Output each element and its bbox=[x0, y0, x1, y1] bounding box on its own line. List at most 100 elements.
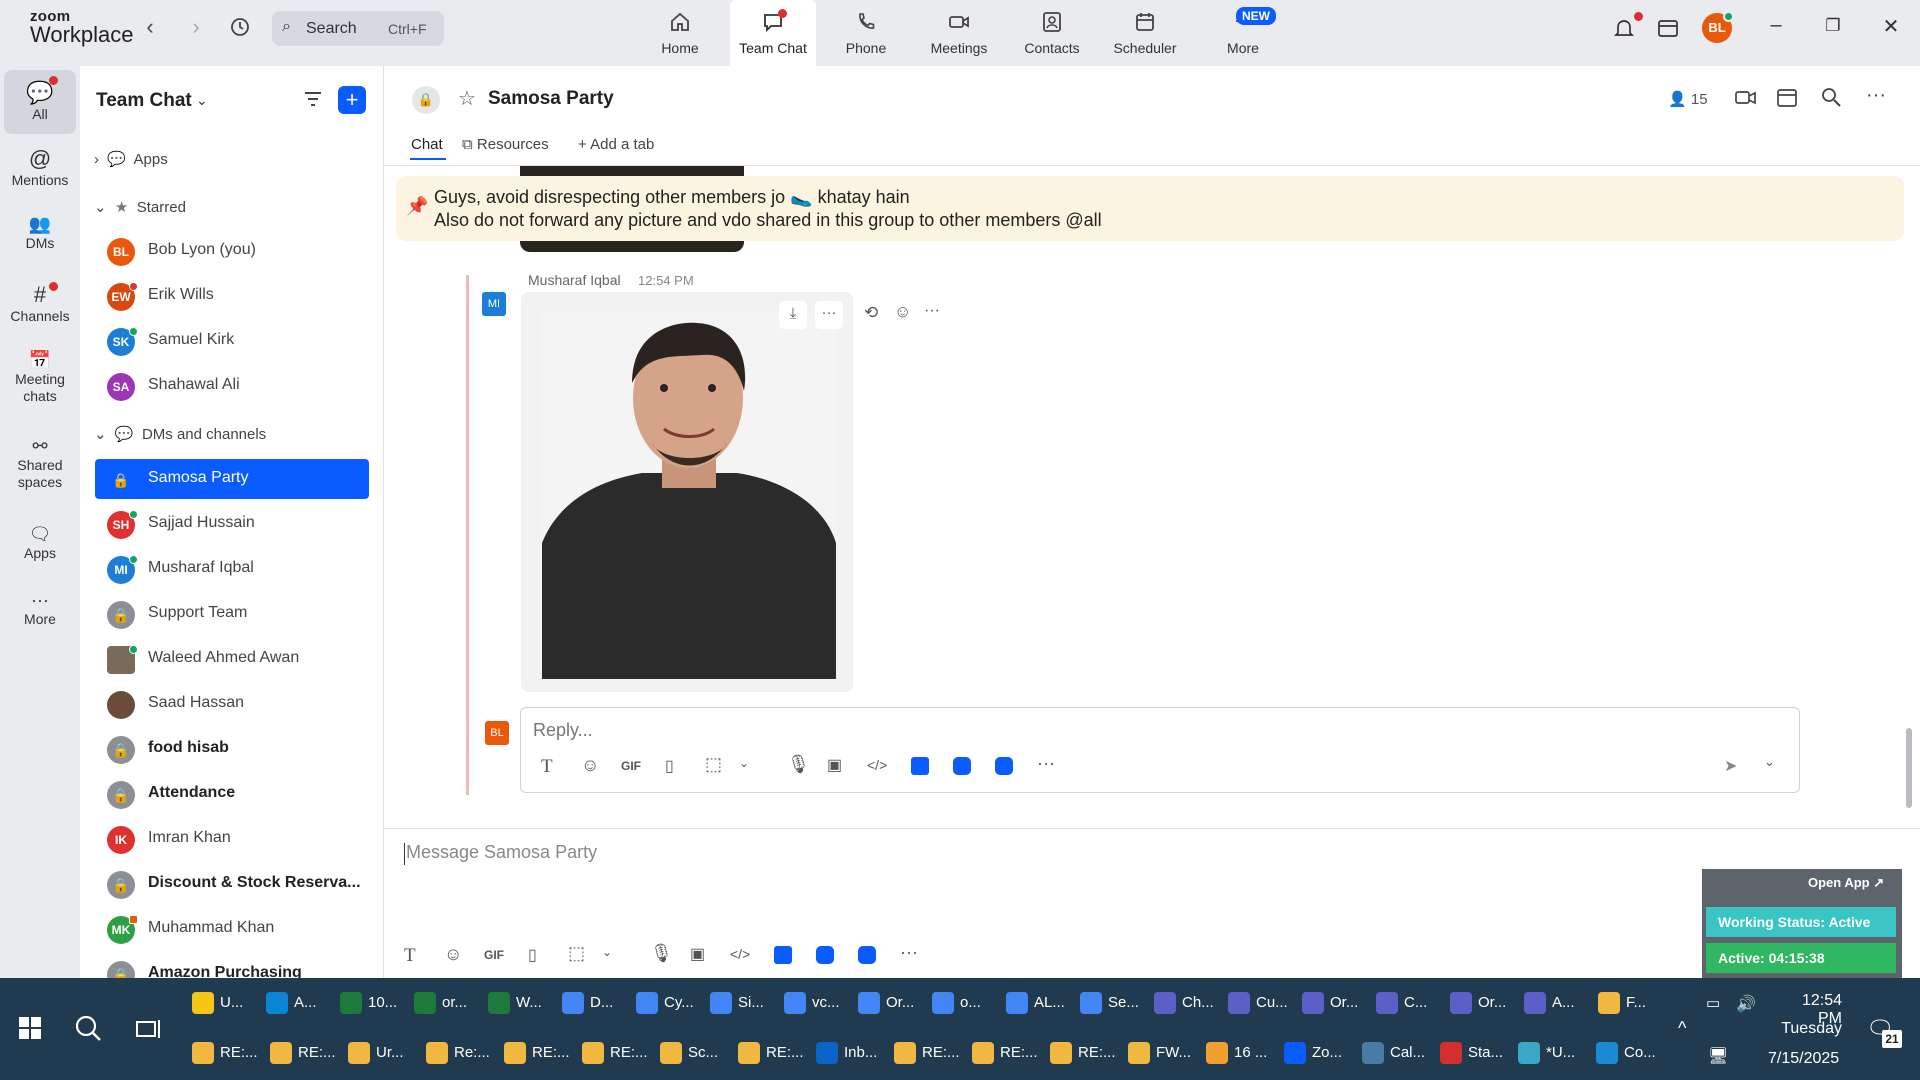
taskbar-app[interactable]: A... bbox=[1520, 984, 1588, 1024]
taskbar-app[interactable]: U... bbox=[188, 984, 256, 1024]
tab-chat[interactable]: Chat bbox=[411, 136, 443, 153]
taskbar-app[interactable]: Sta... bbox=[1436, 1034, 1508, 1074]
section-apps[interactable]: › 💬 Apps bbox=[94, 150, 168, 168]
taskbar-app[interactable]: Co... bbox=[1592, 1034, 1664, 1074]
members-button[interactable]: 👤 15 bbox=[1668, 90, 1708, 108]
gif-icon[interactable]: GIF bbox=[621, 759, 641, 773]
minimize-icon[interactable]: – bbox=[1761, 14, 1791, 37]
list-item[interactable]: SH Sajjad Hussain bbox=[95, 504, 369, 544]
list-item[interactable]: 🔒 Attendance bbox=[95, 774, 369, 814]
taskbar-app[interactable]: Or... bbox=[1298, 984, 1366, 1024]
emoji-icon[interactable]: ☺ bbox=[581, 755, 599, 776]
battery-icon[interactable]: ▭ bbox=[1706, 994, 1720, 1012]
text-format-icon[interactable]: T bbox=[541, 756, 553, 778]
rail-shared-spaces[interactable]: ⚯ Shared spaces bbox=[4, 436, 76, 491]
taskbar-app[interactable]: Cy... bbox=[632, 984, 700, 1024]
screenshot-icon[interactable]: ⬚ bbox=[705, 754, 722, 775]
app-icon[interactable] bbox=[953, 757, 971, 775]
video-message-icon[interactable]: ▣ bbox=[690, 944, 705, 964]
search-icon[interactable] bbox=[74, 1014, 102, 1047]
send-icon[interactable]: ➤ bbox=[1724, 756, 1737, 776]
list-item[interactable]: MK Muhammad Khan bbox=[95, 909, 369, 949]
taskbar-app[interactable]: Cu... bbox=[1224, 984, 1292, 1024]
taskbar-app[interactable]: Ur... bbox=[344, 1034, 416, 1074]
taskbar-app[interactable]: 10... bbox=[336, 984, 404, 1024]
star-outline-icon[interactable]: ☆ bbox=[458, 86, 476, 111]
more-options-icon[interactable]: ··· bbox=[1866, 84, 1886, 107]
search-icon[interactable] bbox=[1820, 86, 1842, 113]
app-icon[interactable] bbox=[995, 757, 1013, 775]
pinned-message[interactable]: 📌 Guys, avoid disrespecting other member… bbox=[396, 176, 1904, 241]
file-icon[interactable]: ▯ bbox=[665, 756, 674, 776]
send-options-chevron-icon[interactable]: ⌄ bbox=[1764, 754, 1775, 770]
taskbar-app[interactable]: Si... bbox=[706, 984, 774, 1024]
taskbar-app[interactable]: F... bbox=[1594, 984, 1662, 1024]
taskbar-app[interactable]: o... bbox=[928, 984, 996, 1024]
download-icon[interactable]: ⤓ bbox=[779, 301, 807, 329]
nav-phone[interactable]: Phone bbox=[823, 0, 909, 66]
taskbar-app[interactable]: Cal... bbox=[1358, 1034, 1430, 1074]
image-more-icon[interactable]: ··· bbox=[815, 301, 843, 329]
rail-more[interactable]: ··· More bbox=[4, 590, 76, 628]
message-input[interactable]: Message Samosa Party bbox=[406, 842, 597, 863]
back-arrow-icon[interactable]: ‹ bbox=[138, 14, 162, 40]
taskbar-app[interactable]: AL... bbox=[1002, 984, 1070, 1024]
network-icon[interactable]: 🖥 bbox=[1708, 1046, 1728, 1066]
taskbar-app[interactable]: RE:... bbox=[968, 1034, 1040, 1074]
emoji-icon[interactable]: ☺ bbox=[444, 944, 462, 965]
rail-mentions[interactable]: @ Mentions bbox=[4, 146, 76, 189]
scrollbar-thumb[interactable] bbox=[1906, 728, 1912, 808]
chevron-down-icon[interactable]: ⌄ bbox=[602, 945, 612, 959]
forward-arrow-icon[interactable]: › bbox=[184, 14, 208, 40]
rail-channels[interactable]: # Channels bbox=[4, 282, 76, 325]
section-starred[interactable]: ⌄ ★ Starred bbox=[94, 198, 186, 216]
list-item[interactable]: MI Musharaf Iqbal bbox=[95, 549, 369, 589]
list-item[interactable]: SK Samuel Kirk bbox=[95, 321, 369, 361]
search-box[interactable]: ⌕ Search Ctrl+F bbox=[272, 11, 444, 46]
taskbar-app[interactable]: or... bbox=[410, 984, 478, 1024]
task-view-icon[interactable] bbox=[136, 1018, 162, 1045]
list-item[interactable]: 🔒 Support Team bbox=[95, 594, 369, 634]
code-icon[interactable]: </> bbox=[867, 757, 887, 773]
taskbar-app[interactable]: Se... bbox=[1076, 984, 1144, 1024]
taskbar-app[interactable]: Inb... bbox=[812, 1034, 884, 1074]
reply-thread-icon[interactable]: ⟲ bbox=[864, 303, 878, 323]
taskbar-app[interactable]: RE:... bbox=[266, 1034, 338, 1074]
list-item[interactable]: 🔒 Amazon Purchasing bbox=[95, 954, 369, 978]
close-icon[interactable]: ✕ bbox=[1876, 14, 1906, 39]
file-icon[interactable]: ▯ bbox=[528, 945, 537, 965]
code-icon[interactable]: </> bbox=[730, 946, 750, 962]
taskbar-app[interactable]: vc... bbox=[780, 984, 848, 1024]
taskbar-app[interactable]: Or... bbox=[1446, 984, 1514, 1024]
list-item[interactable]: IK Imran Khan bbox=[95, 819, 369, 859]
list-item-selected[interactable]: 🔒 Samosa Party bbox=[95, 459, 369, 499]
app-icon[interactable] bbox=[911, 757, 929, 775]
filter-icon[interactable] bbox=[302, 88, 324, 115]
screenshot-icon[interactable]: ⬚ bbox=[568, 943, 585, 964]
taskbar-app[interactable]: RE:... bbox=[500, 1034, 572, 1074]
taskbar-app[interactable]: RE:... bbox=[734, 1034, 806, 1074]
video-message-icon[interactable]: ▣ bbox=[827, 755, 842, 775]
taskbar-app[interactable]: FW... bbox=[1124, 1034, 1196, 1074]
reply-box[interactable]: Reply... T ☺ GIF ▯ ⬚ ⌄ 🎙 ▣ </> ··· ➤ ⌄ bbox=[520, 707, 1800, 793]
microphone-icon[interactable]: 🎙 bbox=[787, 754, 810, 775]
taskbar-app[interactable]: Zo... bbox=[1280, 1034, 1352, 1074]
taskbar-app[interactable]: C... bbox=[1372, 984, 1440, 1024]
list-item[interactable]: SA Shahawal Ali bbox=[95, 366, 369, 406]
message-more-icon[interactable]: ··· bbox=[924, 302, 940, 320]
nav-meetings[interactable]: Meetings bbox=[916, 0, 1002, 66]
nav-team-chat[interactable]: Team Chat bbox=[730, 0, 816, 66]
list-item[interactable]: EW Erik Wills bbox=[95, 276, 369, 316]
taskbar-app[interactable]: 16 ... bbox=[1202, 1034, 1274, 1074]
taskbar-app[interactable]: *U... bbox=[1514, 1034, 1586, 1074]
list-item[interactable]: BL Bob Lyon (you) bbox=[95, 231, 369, 271]
rail-meeting-chats[interactable]: 📅 Meeting chats bbox=[4, 350, 76, 405]
toolbar-more-icon[interactable]: ··· bbox=[1037, 753, 1055, 774]
rail-dms[interactable]: 👥 DMs bbox=[4, 214, 76, 252]
taskbar-app[interactable]: RE:... bbox=[1046, 1034, 1118, 1074]
rail-all[interactable]: 💬 All bbox=[4, 70, 76, 134]
gif-icon[interactable]: GIF bbox=[484, 948, 504, 962]
section-dms-channels[interactable]: ⌄ 💬 DMs and channels bbox=[94, 425, 266, 443]
reply-input[interactable]: Reply... bbox=[533, 720, 593, 741]
taskbar-app[interactable]: Sc... bbox=[656, 1034, 728, 1074]
